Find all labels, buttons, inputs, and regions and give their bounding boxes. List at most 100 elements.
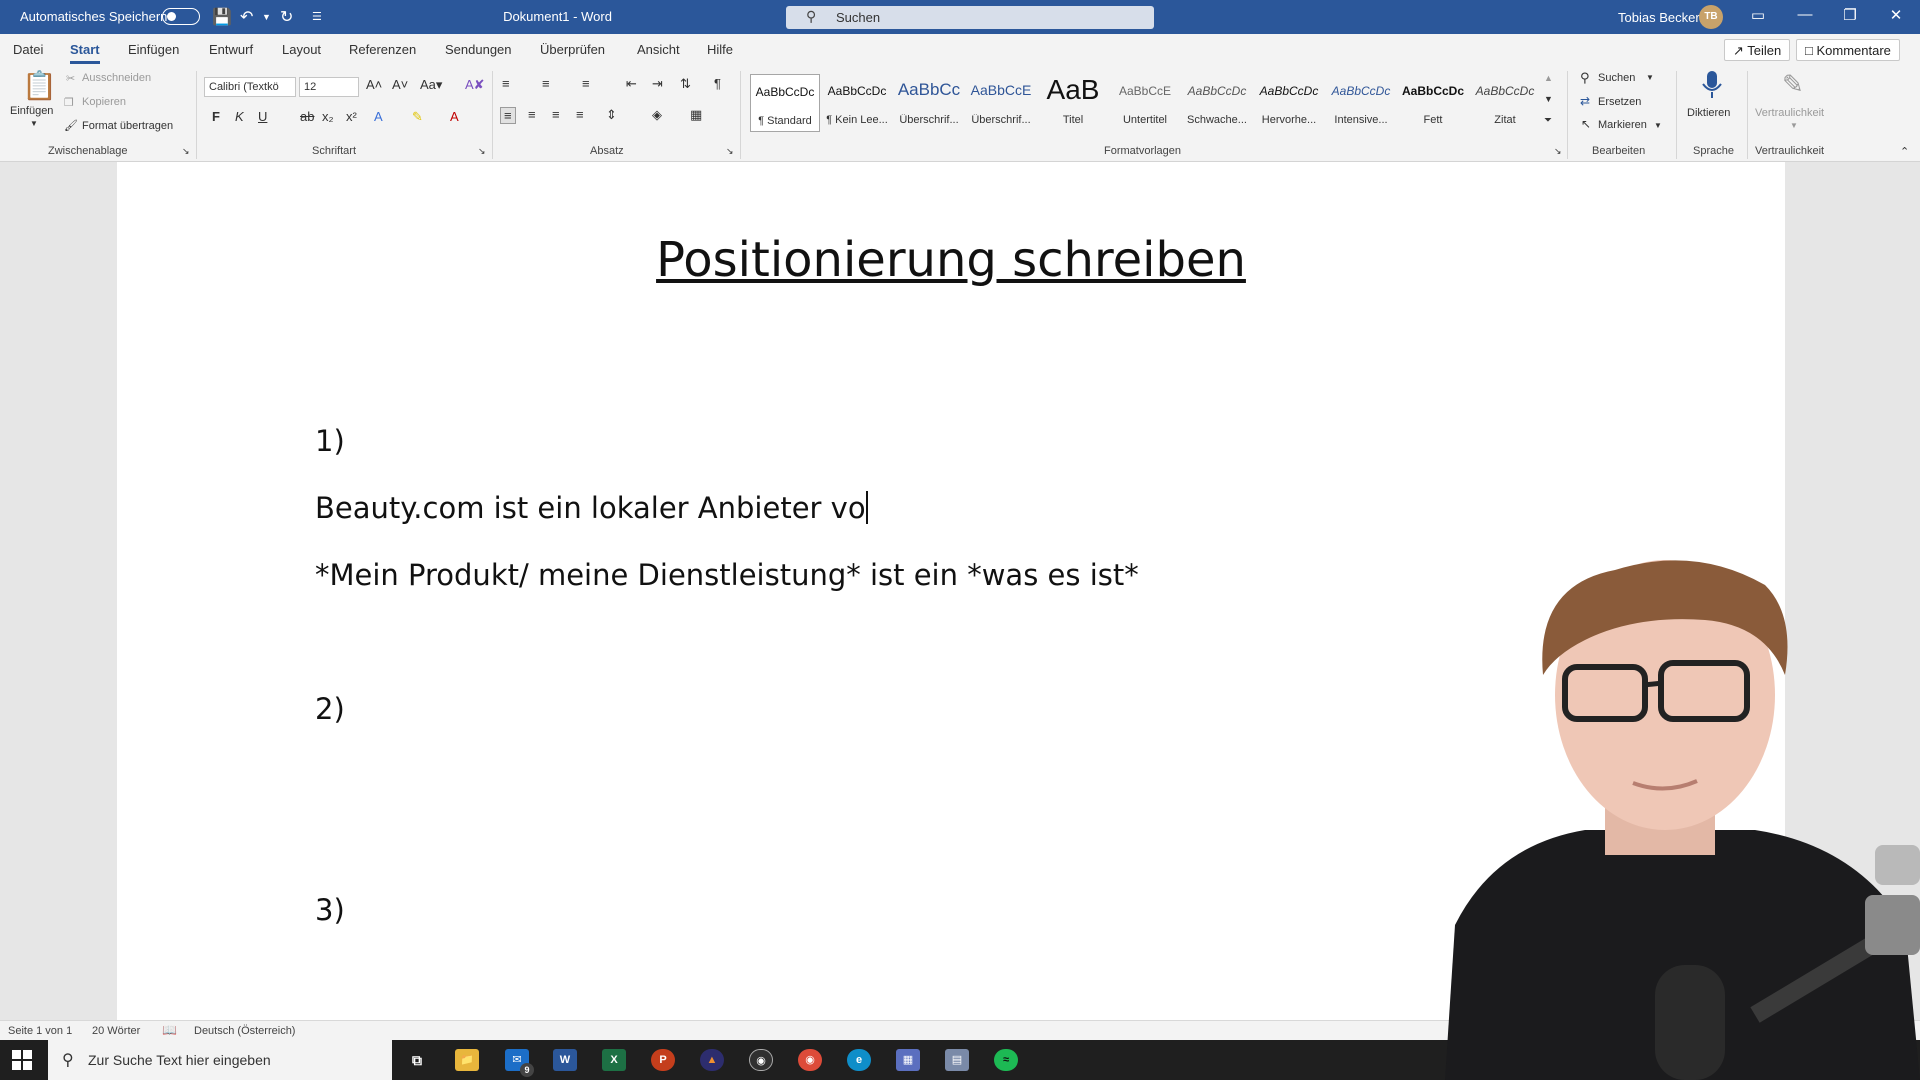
tab-referenzen[interactable]: Referenzen [349,42,416,57]
comments-button[interactable]: □ Kommentare [1796,39,1900,61]
clear-formatting-icon[interactable]: A✘ [465,77,485,93]
text-effects-icon[interactable]: A [374,109,383,124]
italic-button[interactable]: K [235,109,244,124]
shrink-font-icon[interactable]: A˅ [392,77,408,92]
tab-einfuegen[interactable]: Einfügen [128,42,179,57]
justify-icon[interactable]: ≡ [576,107,584,122]
tab-ansicht[interactable]: Ansicht [637,42,680,57]
minimize-icon[interactable]: — [1795,6,1815,23]
bold-button[interactable]: F [212,109,220,124]
numbering-icon[interactable]: ≡ [542,76,550,91]
chrome-icon[interactable]: ◉ [798,1049,822,1071]
styles-scroll-down-icon[interactable]: ▼ [1544,94,1553,104]
align-right-icon[interactable]: ≡ [552,107,560,122]
document-line-1[interactable]: Beauty.com ist ein lokaler Anbieter vo [315,491,868,525]
ribbon-display-options-icon[interactable]: ▭ [1748,6,1768,24]
clipboard-launcher-icon[interactable]: ↘ [182,146,190,157]
decrease-indent-icon[interactable]: ⇤ [626,76,637,92]
style-untertitel[interactable]: AaBbCcE Untertitel [1110,74,1180,132]
font-size-combo[interactable]: 12 [299,77,359,97]
paragraph-launcher-icon[interactable]: ↘ [726,146,734,157]
sort-icon[interactable]: ⇅ [680,76,691,92]
app-icon[interactable]: ▦ [896,1049,920,1071]
find-dropdown-icon[interactable]: ▼ [1646,73,1654,82]
borders-icon[interactable]: ▦ [690,107,702,123]
subscript-icon[interactable]: x₂ [322,109,334,124]
tab-ueberpruefen[interactable]: Überprüfen [540,42,605,57]
avatar[interactable]: TB [1699,5,1723,29]
excel-icon[interactable]: X [602,1049,626,1071]
style-ueberschrift-1[interactable]: AaBbCc Überschrif... [894,74,964,132]
share-button[interactable]: ↗ Teilen [1724,39,1791,61]
multilevel-list-icon[interactable]: ≡ [582,76,590,91]
shading-icon[interactable]: ◈ [652,107,662,123]
proofing-icon[interactable]: 📖 [162,1023,177,1037]
change-case-icon[interactable]: Aa▾ [420,77,442,93]
highlight-icon[interactable]: ✎ [412,109,423,125]
tab-hilfe[interactable]: Hilfe [707,42,733,57]
tab-layout[interactable]: Layout [282,42,321,57]
underline-button[interactable]: U [258,109,267,124]
tab-start[interactable]: Start [70,42,100,64]
font-name-combo[interactable]: Calibri (Textkö [204,77,296,97]
strikethrough-icon[interactable]: ab [300,109,314,124]
collapse-ribbon-icon[interactable]: ⌃ [1900,145,1909,158]
document-heading[interactable]: Positionierung schreiben [117,232,1785,288]
close-icon[interactable]: ✕ [1886,6,1906,24]
windows-start-icon[interactable] [12,1050,32,1070]
paste-button[interactable]: Einfügen [10,105,53,117]
styles-more-icon[interactable]: ⏷ [1544,115,1552,126]
dictate-button[interactable]: Diktieren [1687,107,1730,119]
sensitivity-dropdown-icon[interactable]: ▼ [1790,121,1798,130]
style-kein-leerraum[interactable]: AaBbCcDc ¶ Kein Lee... [822,74,892,132]
style-standard[interactable]: AaBbCcDc ¶ Standard [750,74,820,132]
superscript-icon[interactable]: x² [346,109,357,124]
taskbar-search-input[interactable]: Zur Suche Text hier eingeben [88,1052,271,1068]
show-formatting-icon[interactable]: ¶ [714,76,721,91]
styles-launcher-icon[interactable]: ↘ [1554,146,1562,157]
obs-icon[interactable]: ◉ [749,1049,773,1071]
tab-datei[interactable]: Datei [13,42,43,57]
title-search-box[interactable]: ⚲ Suchen [786,6,1154,29]
list-item-2[interactable]: 2) [315,692,345,726]
language-indicator[interactable]: Deutsch (Österreich) [194,1025,295,1037]
replace-button[interactable]: Ersetzen [1598,96,1641,108]
increase-indent-icon[interactable]: ⇥ [652,76,663,92]
cut-button[interactable]: Ausschneiden [82,72,151,84]
select-dropdown-icon[interactable]: ▼ [1654,121,1662,130]
format-painter-button[interactable]: Format übertragen [82,120,173,132]
find-button[interactable]: Suchen [1598,72,1635,84]
tab-entwurf[interactable]: Entwurf [209,42,253,57]
bullets-icon[interactable]: ≡ [502,76,510,91]
list-item-1[interactable]: 1) [315,424,345,458]
style-schwache-hervorhebung[interactable]: AaBbCcDc Schwache... [1182,74,1252,132]
styles-scroll-up-icon[interactable]: ▲ [1544,73,1553,83]
paste-icon[interactable]: 📋 [22,69,57,102]
style-ueberschrift-2[interactable]: AaBbCcE Überschrif... [966,74,1036,132]
edge-icon[interactable]: e [847,1049,871,1071]
align-center-icon[interactable]: ≡ [528,107,536,122]
powerpoint-icon[interactable]: P [651,1049,675,1071]
user-name[interactable]: Tobias Becker [1618,10,1700,25]
style-fett[interactable]: AaBbCcDc Fett [1398,74,1468,132]
tab-sendungen[interactable]: Sendungen [445,42,512,57]
page-count[interactable]: Seite 1 von 1 [8,1025,72,1037]
style-hervorhebung[interactable]: AaBbCcDc Hervorhe... [1254,74,1324,132]
font-color-icon[interactable]: A [450,109,459,124]
spotify-icon[interactable]: ≈ [994,1049,1018,1071]
style-zitat[interactable]: AaBbCcDc Zitat [1470,74,1540,132]
style-intensive-hervorhebung[interactable]: AaBbCcDc Intensive... [1326,74,1396,132]
list-item-3[interactable]: 3) [315,893,345,927]
word-count[interactable]: 20 Wörter [92,1025,140,1037]
file-explorer-icon[interactable]: 📁 [455,1049,479,1071]
app-icon[interactable]: ▤ [945,1049,969,1071]
task-view-icon[interactable]: ⧉ [405,1049,429,1071]
document-line-2[interactable]: *Mein Produkt/ meine Dienstleistung* ist… [315,558,1139,592]
select-button[interactable]: Markieren [1598,119,1647,131]
style-titel[interactable]: AaB Titel [1038,74,1108,132]
restore-icon[interactable]: ❐ [1840,6,1860,24]
grow-font-icon[interactable]: A˄ [366,77,382,92]
word-icon[interactable]: W [553,1049,577,1071]
copy-button[interactable]: Kopieren [82,96,126,108]
align-left-icon[interactable]: ≡ [500,107,516,124]
